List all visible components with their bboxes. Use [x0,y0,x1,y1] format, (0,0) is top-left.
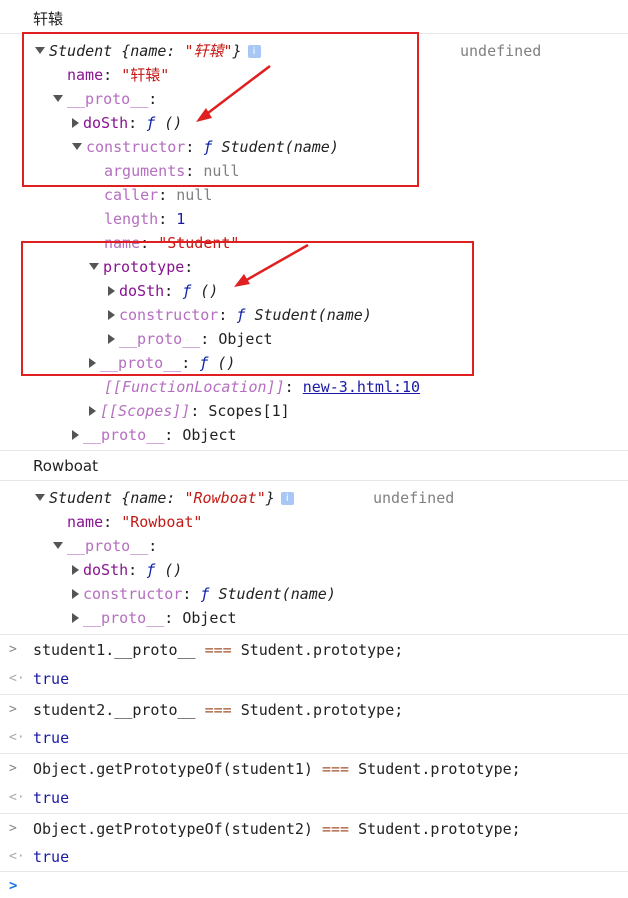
console-result: true [33,789,70,807]
console-command[interactable]: student2.__proto__ === Student.prototype… [33,698,403,722]
prop-name: name: "Rowboat" [67,513,203,531]
proto-constructor[interactable]: constructor: ƒ Student(name) [72,582,336,606]
console-command[interactable]: Object.getPrototypeOf(student1) === Stud… [33,757,521,781]
result-arrow-icon: <· [9,730,25,745]
arrow-head-1 [196,108,212,122]
console-result: true [33,729,70,747]
console-input[interactable] [30,874,620,898]
expand-triangle-icon[interactable] [35,494,45,501]
arrow-head-2 [234,274,250,287]
undefined-result: undefined [373,489,455,507]
arrow-line-1 [203,65,271,117]
proto-node[interactable]: __proto__: [53,534,157,558]
console-result: true [33,670,70,688]
result-arrow-icon: <· [9,790,25,805]
proto-dosth[interactable]: doSth: ƒ () [72,558,182,582]
console-separator [0,694,628,695]
console-separator [0,480,628,481]
input-prompt-icon: > [9,761,17,776]
collapse-triangle-icon[interactable] [72,564,79,575]
console-log-label: Rowboat [33,457,98,475]
arrow-line-2 [242,243,309,284]
proto-proto[interactable]: __proto__: Object [72,606,237,630]
console-command[interactable]: student1.__proto__ === Student.prototype… [33,638,403,662]
object-tree-student-2[interactable]: Student {name: "Rowboat"} i [35,486,294,510]
console-separator [0,450,628,451]
active-prompt-icon: > [9,878,18,894]
console-separator [0,871,628,872]
console-separator [0,753,628,754]
result-arrow-icon: <· [9,849,25,864]
console-separator [0,813,628,814]
input-prompt-icon: > [9,642,17,657]
input-prompt-icon: > [9,821,17,836]
info-icon[interactable]: i [280,492,294,505]
console-separator [0,634,628,635]
console-command[interactable]: Object.getPrototypeOf(student2) === Stud… [33,817,521,841]
result-arrow-icon: <· [9,671,25,686]
expand-triangle-icon[interactable] [53,542,63,549]
input-prompt-icon: > [9,702,17,717]
collapse-triangle-icon[interactable] [72,612,79,623]
collapse-triangle-icon[interactable] [72,588,79,599]
console-result: true [33,848,70,866]
